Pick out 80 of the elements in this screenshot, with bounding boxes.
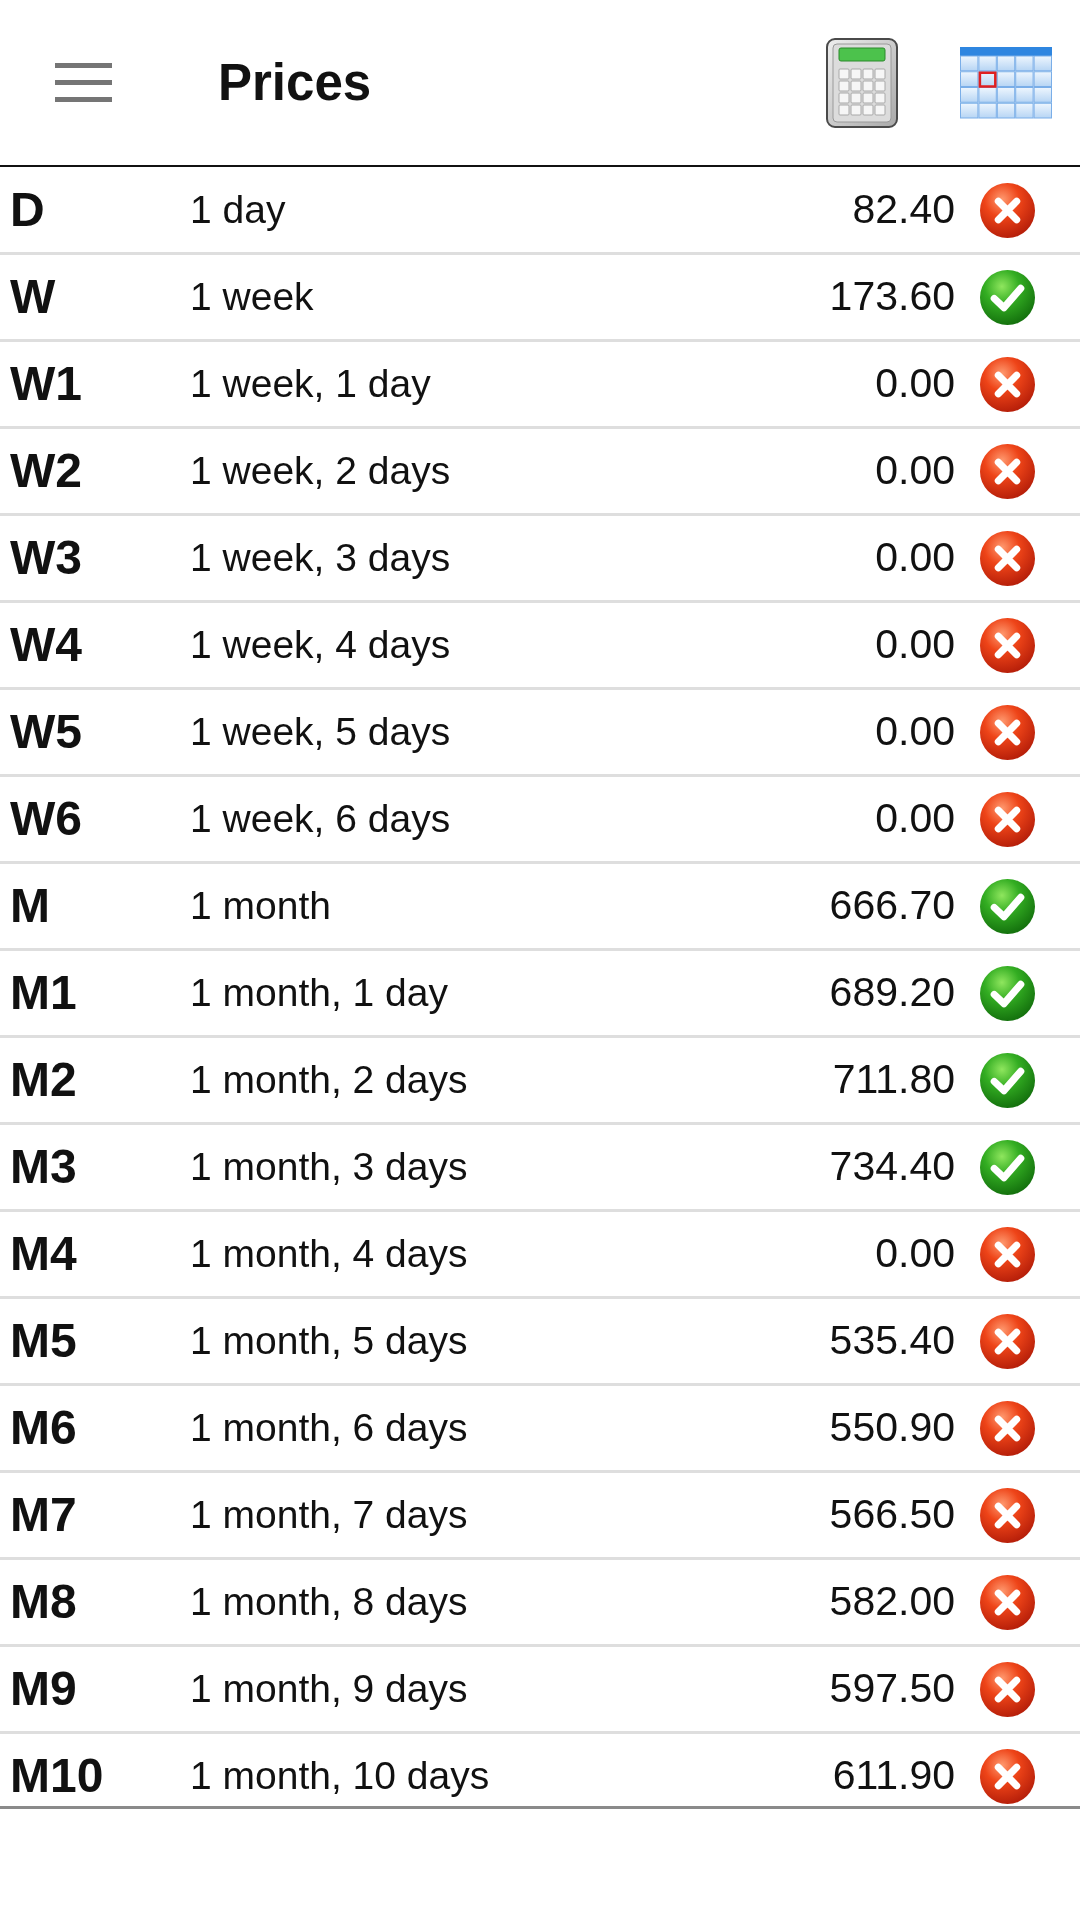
duration-text: 1 week, 5 days — [190, 708, 452, 755]
duration-text: 1 week, 6 days — [190, 795, 452, 842]
check-icon[interactable] — [980, 878, 1035, 934]
cross-icon[interactable] — [980, 704, 1035, 760]
price-value: 0.00 — [875, 359, 955, 409]
price-value: 711.80 — [832, 1055, 955, 1105]
rate-code: M3 — [10, 1139, 78, 1195]
price-value: 734.40 — [829, 1142, 955, 1192]
check-icon[interactable] — [980, 1052, 1035, 1108]
duration-text: 1 month, 3 days — [190, 1143, 469, 1190]
rate-code: M9 — [10, 1661, 78, 1717]
rate-code: M1 — [10, 965, 78, 1021]
duration-text: 1 month, 10 days — [190, 1752, 491, 1799]
rate-code: M4 — [10, 1226, 78, 1282]
duration-text: 1 week, 1 day — [190, 360, 432, 407]
rate-code: W4 — [10, 617, 83, 673]
cross-icon[interactable] — [980, 443, 1035, 499]
duration-text: 1 week, 3 days — [190, 534, 452, 581]
cross-icon[interactable] — [980, 791, 1035, 847]
rate-code: W1 — [10, 356, 83, 412]
rate-code: W2 — [10, 443, 83, 499]
rate-code: W5 — [10, 704, 83, 760]
price-value: 0.00 — [875, 620, 955, 670]
cross-icon[interactable] — [980, 1748, 1035, 1804]
check-icon[interactable] — [980, 965, 1035, 1021]
cross-icon[interactable] — [980, 1574, 1035, 1630]
price-value: 0.00 — [875, 707, 955, 757]
menu-icon[interactable] — [55, 63, 112, 102]
calculator-icon[interactable] — [826, 37, 898, 128]
price-value: 82.40 — [852, 185, 955, 235]
duration-text: 1 week, 4 days — [190, 621, 452, 668]
cross-icon[interactable] — [980, 617, 1035, 673]
rate-code: M7 — [10, 1487, 78, 1543]
check-icon[interactable] — [980, 269, 1035, 325]
price-value: 173.60 — [829, 272, 955, 322]
rate-code: W3 — [10, 530, 83, 586]
duration-text: 1 month, 1 day — [190, 969, 449, 1016]
duration-text: 1 month, 9 days — [190, 1665, 469, 1712]
rate-code: M6 — [10, 1400, 78, 1456]
price-value: 0.00 — [875, 794, 955, 844]
duration-text: 1 week, 2 days — [190, 447, 452, 494]
duration-text: 1 week — [190, 273, 315, 320]
price-value: 535.40 — [829, 1316, 955, 1366]
cross-icon[interactable] — [980, 1661, 1035, 1717]
duration-text: 1 month, 6 days — [190, 1404, 469, 1451]
rate-code: M8 — [10, 1574, 78, 1630]
duration-text: 1 month, 4 days — [190, 1230, 469, 1277]
cross-icon[interactable] — [980, 1313, 1035, 1369]
rate-code: W6 — [10, 791, 83, 847]
price-value: 0.00 — [875, 446, 955, 496]
cross-icon[interactable] — [980, 1487, 1035, 1543]
rate-code: M2 — [10, 1052, 78, 1108]
cross-icon[interactable] — [980, 1400, 1035, 1456]
duration-text: 1 month — [190, 882, 332, 929]
rate-code: D — [10, 182, 46, 238]
check-icon[interactable] — [980, 1139, 1035, 1195]
duration-text: 1 month, 8 days — [190, 1578, 469, 1625]
screen-title: Prices — [218, 52, 373, 113]
duration-text: 1 month, 5 days — [190, 1317, 469, 1364]
duration-text: 1 month, 2 days — [190, 1056, 469, 1103]
cross-icon[interactable] — [980, 530, 1035, 586]
duration-text: 1 month, 7 days — [190, 1491, 469, 1538]
cross-icon[interactable] — [980, 356, 1035, 412]
price-value: 597.50 — [829, 1664, 955, 1714]
cross-icon[interactable] — [980, 1226, 1035, 1282]
calendar-icon[interactable] — [960, 46, 1052, 119]
price-value: 566.50 — [829, 1490, 955, 1540]
price-value: 0.00 — [875, 1229, 955, 1279]
price-value: 550.90 — [829, 1403, 955, 1453]
price-value: 0.00 — [875, 533, 955, 583]
price-value: 689.20 — [829, 968, 955, 1018]
cross-icon[interactable] — [980, 182, 1035, 238]
duration-text: 1 day — [190, 186, 287, 233]
price-value: 611.90 — [832, 1751, 955, 1801]
price-value: 582.00 — [829, 1577, 955, 1627]
rate-code: M5 — [10, 1313, 78, 1369]
rate-code: M — [10, 878, 51, 934]
rate-code: W — [10, 269, 57, 325]
rate-code: M10 — [10, 1748, 105, 1804]
price-value: 666.70 — [829, 881, 955, 931]
